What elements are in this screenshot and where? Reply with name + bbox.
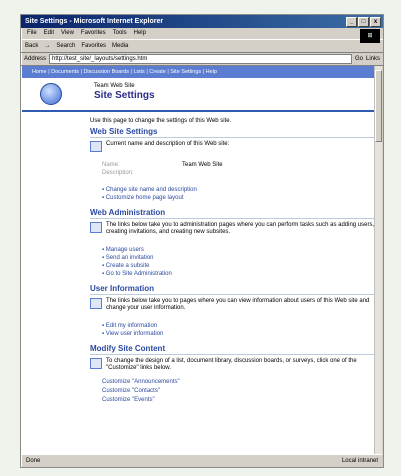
minimize-button[interactable]: _ — [346, 17, 357, 27]
web-site-settings-links: Change site name and description Customi… — [102, 186, 375, 202]
status-bar: Done Local intranet — [22, 454, 382, 467]
name-value: Team Web Site — [182, 162, 223, 168]
manage-users-link[interactable]: Manage users — [102, 246, 375, 254]
back-button[interactable]: Back — [25, 40, 38, 52]
customize-links: Customize "Announcements" Customize "Con… — [102, 378, 375, 405]
customize-announcements-link[interactable]: Customize "Announcements" — [102, 378, 375, 387]
user-information-desc: The links below take you to pages where … — [90, 298, 375, 312]
forward-button[interactable]: → — [44, 40, 50, 52]
menu-edit[interactable]: Edit — [44, 28, 54, 39]
name-label: Name: — [102, 162, 120, 168]
window-title: Site Settings - Microsoft Internet Explo… — [25, 18, 164, 25]
address-input[interactable]: http://test_site/_layouts/settings.htm — [49, 54, 352, 64]
web-administration-heading: Web Administration — [90, 208, 375, 219]
menu-favorites[interactable]: Favorites — [81, 28, 106, 39]
intro-text: Use this page to change the settings of … — [90, 118, 232, 124]
web-administration-links: Manage users Send an invitation Create a… — [102, 246, 375, 278]
user-icon — [90, 298, 102, 309]
view-user-information-link[interactable]: View user information — [102, 330, 375, 338]
web-administration-desc: The links below take you to administrati… — [90, 222, 375, 236]
user-information-desc-text: The links below take you to pages where … — [106, 298, 370, 311]
windows-logo-icon: ⊞ — [360, 29, 380, 43]
zone-text: Local intranet — [341, 458, 378, 464]
admin-icon — [90, 222, 102, 233]
edit-my-information-link[interactable]: Edit my information — [102, 322, 375, 330]
modify-site-content-desc: To change the design of a list, document… — [90, 358, 375, 372]
customize-home-page-link[interactable]: Customize home page layout — [102, 194, 375, 202]
web-site-settings-heading: Web Site Settings — [90, 127, 375, 138]
content-icon — [90, 358, 102, 369]
address-label: Address — [24, 56, 47, 62]
settings-main: Use this page to change the settings of … — [22, 112, 375, 405]
change-site-name-link[interactable]: Change site name and description — [102, 186, 375, 194]
menu-help[interactable]: Help — [134, 28, 146, 39]
status-text: Done — [26, 458, 41, 464]
page-content: Home | Documents | Discussion Boards | L… — [22, 66, 375, 454]
customize-events-link[interactable]: Customize "Events" — [102, 396, 375, 405]
menu-file[interactable]: File — [27, 28, 37, 39]
page-header: Team Web Site Site Settings — [22, 78, 375, 112]
modify-site-content-heading: Modify Site Content — [90, 344, 375, 355]
toolbar: Back → Search Favorites Media — [21, 39, 383, 53]
scrollbar-thumb[interactable] — [375, 70, 382, 142]
links-button[interactable]: Links — [366, 56, 380, 62]
send-invitation-link[interactable]: Send an invitation — [102, 254, 375, 262]
site-administration-link[interactable]: Go to Site Administration — [102, 270, 375, 278]
title-bar: Site Settings - Microsoft Internet Explo… — [21, 15, 383, 28]
address-bar: Address http://test_site/_layouts/settin… — [21, 53, 383, 66]
create-subsite-link[interactable]: Create a subsite — [102, 262, 375, 270]
site-name: Team Web Site — [94, 83, 135, 89]
web-site-settings-desc: Current name and description of this Web… — [90, 141, 375, 152]
site-logo-icon — [40, 83, 62, 105]
description-label: Description: — [102, 170, 134, 176]
web-site-settings-desc-text: Current name and description of this Web… — [106, 141, 230, 147]
modify-site-content-desc-text: To change the design of a list, document… — [106, 358, 357, 371]
customize-contacts-link[interactable]: Customize "Contacts" — [102, 387, 375, 396]
menu-view[interactable]: View — [61, 28, 74, 39]
favorites-button[interactable]: Favorites — [81, 40, 106, 52]
settings-icon — [90, 141, 102, 152]
vertical-scrollbar[interactable] — [374, 66, 382, 454]
site-properties: Name: Team Web Site Description: — [102, 162, 375, 176]
web-administration-desc-text: The links below take you to administrati… — [106, 222, 375, 235]
sharepoint-nav-bar[interactable]: Home | Documents | Discussion Boards | L… — [22, 66, 375, 78]
media-button[interactable]: Media — [112, 40, 128, 52]
menu-tools[interactable]: Tools — [113, 28, 127, 39]
user-information-links: Edit my information View user informatio… — [102, 322, 375, 338]
search-button[interactable]: Search — [56, 40, 75, 52]
maximize-button[interactable]: □ — [358, 17, 369, 27]
page-title: Site Settings — [94, 90, 155, 101]
browser-window: Site Settings - Microsoft Internet Explo… — [20, 14, 384, 468]
user-information-heading: User Information — [90, 284, 375, 295]
close-button[interactable]: x — [370, 17, 381, 27]
menu-bar: File Edit View Favorites Tools Help ⊞ — [21, 28, 383, 43]
go-button[interactable]: Go — [355, 56, 363, 62]
